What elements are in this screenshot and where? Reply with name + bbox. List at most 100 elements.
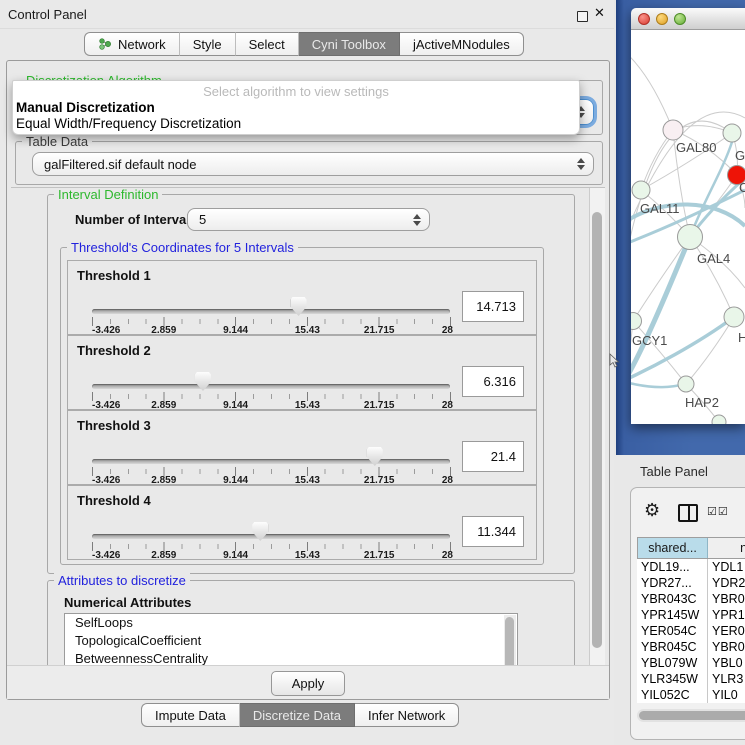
table-row[interactable]: YDL19...YDL1 [637,559,745,575]
control-panel-tabs: Network Style Select Cyni Toolbox jActiv… [84,32,524,56]
minimize-traffic-light-icon[interactable] [656,13,668,25]
table-row[interactable]: YIL052CYIL0 [637,687,745,703]
threshold-value-field[interactable]: 6.316 [462,366,524,397]
table-row[interactable]: YBL079WYBL0 [637,655,745,671]
threshold-row: Threshold 3 -3.4262.8599.14415.4321.7152… [67,410,537,485]
group-title: Interval Definition [54,187,162,202]
node-hap2[interactable] [678,376,694,392]
node-bottom-cut[interactable] [712,415,726,424]
tab-style[interactable]: Style [180,32,236,56]
tab-cyni-toolbox[interactable]: Cyni Toolbox [299,32,400,56]
threshold-slider[interactable] [92,309,450,314]
node-gal4[interactable] [678,225,703,250]
table-panel-title: Table Panel [640,464,708,479]
table-data-combobox[interactable]: galFiltered.sif default node [32,152,594,176]
split-columns-icon[interactable] [678,504,698,522]
node-gal11[interactable] [632,181,650,199]
threshold-slider[interactable] [92,384,450,389]
table-row[interactable]: YBR043CYBR0 [637,591,745,607]
table-row[interactable]: YPR145WYPR1 [637,607,745,623]
combo-value: galFiltered.sif default node [44,157,196,172]
threshold-value-field[interactable]: 21.4 [462,441,524,472]
dropdown-option-manual-discretization[interactable]: Manual Discretization [16,100,155,115]
spinner-value: 5 [199,212,206,227]
interval-definition-group: Interval Definition Number of Intervals … [47,194,575,574]
float-window-icon[interactable] [577,11,588,22]
tab-infer-network[interactable]: Infer Network [355,703,459,727]
combo-arrows-icon [413,214,421,226]
tab-select[interactable]: Select [236,32,299,56]
control-panel-window: Control Panel ✕ Network Style Select [0,0,615,745]
desktop-area: GAL80 GA C GAL11 GAL4 GCY1 H HAP2 Table … [614,0,745,745]
slider-thumb[interactable] [291,297,307,316]
column-header-shared-name[interactable]: shared... [638,538,708,558]
select-columns-icon[interactable]: ☑☑ [707,505,729,518]
tab-label: Style [193,37,222,52]
node-label: GA [735,148,745,163]
zoom-traffic-light-icon[interactable] [674,13,686,25]
node-gal80[interactable] [663,120,683,140]
scrollbar-thumb[interactable] [592,212,602,648]
node-gal3[interactable] [723,124,741,142]
column-header-name[interactable]: na [708,538,745,558]
control-panel-titlebar[interactable]: Control Panel ✕ [0,0,614,29]
slider-thumb[interactable] [195,372,211,391]
table-panel: ⚙ ☑☑ shared... na YDL19...YDL1 YDR27...Y… [630,487,745,740]
threshold-label: Threshold 4 [77,493,151,508]
node-gcy1[interactable] [631,313,642,330]
apply-strip: Apply [7,665,609,699]
tab-impute-data[interactable]: Impute Data [141,703,240,727]
slider-thumb[interactable] [252,522,268,541]
settings-scrollbar[interactable] [589,188,605,666]
list-scrollbar[interactable] [504,615,516,666]
threshold-slider[interactable] [92,534,450,539]
table-header-row: shared... na [637,537,745,559]
node-label: GAL11 [640,201,680,216]
table-row[interactable]: YLR345WYLR3 [637,671,745,687]
threshold-label: Threshold 2 [77,343,151,358]
table-row[interactable]: YBR045CYBR0 [637,639,745,655]
node-hap[interactable] [724,307,744,327]
network-canvas[interactable]: GAL80 GA C GAL11 GAL4 GCY1 H HAP2 [631,30,745,424]
threshold-value-field[interactable]: 14.713 [462,291,524,322]
list-item[interactable]: SelfLoops [65,614,517,632]
table-row[interactable]: YER054CYER0 [637,623,745,639]
apply-button[interactable]: Apply [271,671,345,696]
tab-label: Discretize Data [253,708,341,723]
node-table: shared... na YDL19...YDL1 YDR27...YDR2 Y… [637,537,745,703]
close-icon[interactable]: ✕ [594,6,605,21]
network-window-titlebar[interactable] [631,8,745,30]
list-item[interactable]: BetweennessCentrality [65,650,517,666]
network-icon [98,37,112,51]
attributes-list[interactable]: SelfLoops TopologicalCoefficient Between… [64,613,518,666]
tab-jactivemnodules[interactable]: jActiveMNodules [400,32,524,56]
table-horizontal-scrollbar[interactable] [637,709,745,722]
tab-label: Infer Network [368,708,445,723]
slider-thumb[interactable] [367,447,383,466]
tab-discretize-data[interactable]: Discretize Data [240,703,355,727]
threshold-value-field[interactable]: 11.344 [462,516,524,547]
network-view-window: GAL80 GA C GAL11 GAL4 GCY1 H HAP2 [631,8,745,424]
group-title: Attributes to discretize [54,573,190,588]
tab-label: Network [118,37,166,52]
slider-tick-labels: -3.4262.8599.14415.4321.71528 [92,550,451,562]
node-label: GCY1 [632,333,667,348]
scrollbar-thumb[interactable] [639,711,745,720]
gear-icon[interactable]: ⚙ [644,500,660,521]
table-data-group: Table Data galFiltered.sif default node [15,141,603,185]
node-label: C [739,180,745,195]
cyni-bottom-tabs: Impute Data Discretize Data Infer Networ… [141,703,459,727]
node-label: HAP2 [685,395,719,410]
thresholds-group: Threshold's Coordinates for 5 Intervals … [60,247,544,565]
threshold-row: Threshold 4 -3.4262.8599.14415.4321.7152… [67,485,537,560]
num-intervals-label: Number of Intervals [75,212,197,227]
list-item[interactable]: TopologicalCoefficient [65,632,517,650]
threshold-slider[interactable] [92,459,450,464]
group-title: Table Data [22,134,92,149]
tab-label: Select [249,37,285,52]
close-traffic-light-icon[interactable] [638,13,650,25]
tab-network[interactable]: Network [84,32,180,56]
num-intervals-spinner[interactable]: 5 [187,208,430,231]
table-row[interactable]: YDR27...YDR2 [637,575,745,591]
dropdown-option-equal-width-frequency[interactable]: Equal Width/Frequency Discretization [16,116,241,131]
